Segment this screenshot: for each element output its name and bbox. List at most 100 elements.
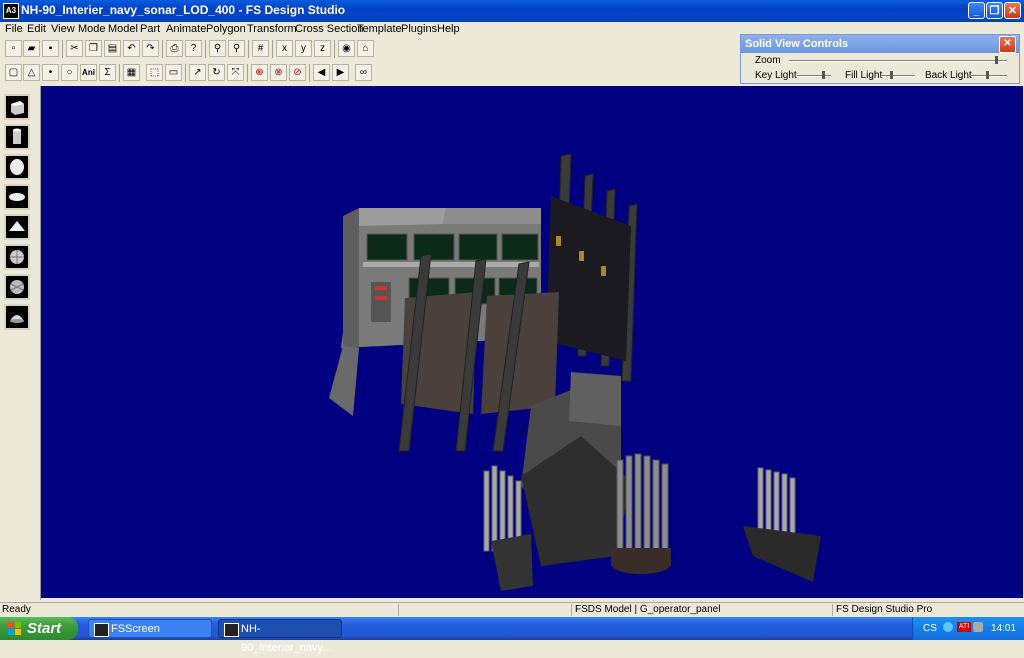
select-icon[interactable]: ▢ bbox=[5, 64, 22, 81]
menu-cross-section[interactable]: Cross Section bbox=[295, 23, 363, 35]
menu-file[interactable]: File bbox=[5, 23, 23, 35]
previous-icon[interactable]: ◀ bbox=[313, 64, 330, 81]
paste-icon[interactable]: ▤ bbox=[104, 40, 121, 57]
zoom-slider[interactable] bbox=[789, 60, 1007, 62]
zoom-in-icon[interactable]: ⚲ bbox=[209, 40, 226, 57]
delete-part-icon[interactable]: ⊗ bbox=[270, 64, 287, 81]
sum-icon[interactable]: Σ bbox=[99, 64, 116, 81]
zoom-out-icon[interactable]: ⚲ bbox=[228, 40, 245, 57]
clock: 14:01 bbox=[991, 623, 1017, 634]
point-icon[interactable]: • bbox=[42, 64, 59, 81]
cube-primitive-button[interactable] bbox=[4, 94, 30, 120]
svc-title-bar[interactable]: Solid View Controls ✕ bbox=[741, 35, 1019, 53]
app-icon: A3 bbox=[3, 3, 19, 19]
cylinder-icon bbox=[13, 128, 21, 144]
new-file-icon[interactable]: ▫ bbox=[5, 40, 22, 57]
task-fsscreen-label: FSScreen bbox=[111, 623, 160, 635]
save-icon[interactable]: ▪ bbox=[42, 40, 59, 57]
toolbar-main: ▫ ▰ ▪ ✂ ❐ ▤ ↶ ↷ ⎙ ? ⚲ ⚲ # x y z ◉ ⌂ bbox=[0, 38, 740, 60]
menu-transform[interactable]: Transform bbox=[247, 23, 297, 35]
rotate-icon[interactable]: ↻ bbox=[208, 64, 225, 81]
svc-title: Solid View Controls bbox=[745, 38, 849, 50]
next-icon[interactable]: ▶ bbox=[332, 64, 349, 81]
scale-icon[interactable]: ⤧ bbox=[227, 64, 244, 81]
dome-icon bbox=[10, 315, 24, 323]
cylinder-primitive-button[interactable] bbox=[4, 124, 30, 150]
key-light-slider[interactable] bbox=[797, 75, 831, 77]
fill-light-slider[interactable] bbox=[881, 75, 915, 77]
disc-primitive-button[interactable] bbox=[4, 184, 30, 210]
task-fsscreen[interactable]: FSScreen bbox=[88, 619, 212, 638]
minimize-button[interactable]: _ bbox=[968, 2, 985, 19]
print-icon[interactable]: ⎙ bbox=[166, 40, 183, 57]
help-icon[interactable]: ? bbox=[185, 40, 202, 57]
menu-mode[interactable]: Mode bbox=[78, 23, 106, 35]
ball-primitive-button[interactable] bbox=[4, 274, 30, 300]
maximize-button[interactable]: ❐ bbox=[986, 2, 1003, 19]
window-title: NH-90_Interier_navy_sonar_LOD_400 - FS D… bbox=[21, 3, 346, 17]
solid-view-controls: Solid View Controls ✕ Zoom Key Light Fil… bbox=[740, 34, 1020, 84]
delete-icon[interactable]: ⊗ bbox=[251, 64, 268, 81]
menu-polygon[interactable]: Polygon bbox=[206, 23, 246, 35]
home-view-icon[interactable]: ⌂ bbox=[357, 40, 374, 57]
ruler-icon[interactable]: ▭ bbox=[165, 64, 182, 81]
status-product: FS Design Studio Pro bbox=[832, 604, 1016, 616]
3d-viewport[interactable] bbox=[41, 86, 1023, 598]
axis-z-icon[interactable]: z bbox=[314, 40, 331, 57]
open-folder-icon[interactable]: ▰ bbox=[23, 40, 40, 57]
svc-close-icon[interactable]: ✕ bbox=[999, 36, 1016, 53]
ati-icon[interactable]: ATI bbox=[957, 622, 971, 632]
menu-animate[interactable]: Animate bbox=[166, 23, 206, 35]
move-icon[interactable]: ↗ bbox=[189, 64, 206, 81]
cone-icon bbox=[9, 221, 25, 231]
start-label: Start bbox=[27, 620, 62, 637]
grid-icon[interactable]: # bbox=[252, 40, 269, 57]
triangle-icon[interactable]: △ bbox=[23, 64, 40, 81]
fill-light-slider-thumb[interactable] bbox=[890, 71, 894, 79]
title-bar[interactable]: A3 NH-90_Interier_navy_sonar_LOD_400 - F… bbox=[0, 0, 1024, 22]
cube-icon bbox=[11, 101, 24, 115]
axis-x-icon[interactable]: x bbox=[276, 40, 293, 57]
geosphere-primitive-button[interactable] bbox=[4, 244, 30, 270]
sphere-primitive-button[interactable] bbox=[4, 154, 30, 180]
copy-icon[interactable]: ❐ bbox=[85, 40, 102, 57]
task-fsds[interactable]: NH-90_Interier_navy... bbox=[218, 619, 342, 654]
menu-edit[interactable]: Edit bbox=[27, 23, 46, 35]
menu-help[interactable]: Help bbox=[437, 23, 460, 35]
zoom-slider-thumb[interactable] bbox=[995, 56, 999, 64]
dome-primitive-button[interactable] bbox=[4, 304, 30, 330]
menu-template[interactable]: Template bbox=[357, 23, 402, 35]
menu-plugins[interactable]: Plugins bbox=[401, 23, 437, 35]
menu-part[interactable]: Part bbox=[140, 23, 160, 35]
undo-icon[interactable]: ↶ bbox=[123, 40, 140, 57]
circle-icon[interactable]: ○ bbox=[61, 64, 78, 81]
cone-primitive-button[interactable] bbox=[4, 214, 30, 240]
back-light-slider-thumb[interactable] bbox=[986, 71, 990, 79]
menu-view[interactable]: View bbox=[51, 23, 75, 35]
eye-view-icon[interactable]: ◉ bbox=[338, 40, 355, 57]
status-model: FSDS Model | G_operator_panel bbox=[571, 604, 833, 616]
key-light-label: Key Light bbox=[755, 70, 797, 81]
status-empty-pane bbox=[398, 604, 574, 616]
close-button[interactable]: ✕ bbox=[1004, 2, 1021, 19]
3d-model-render bbox=[329, 153, 821, 591]
language-indicator[interactable]: CS bbox=[923, 623, 937, 634]
binoculars-icon[interactable]: ∞ bbox=[355, 64, 372, 81]
animation-icon[interactable]: Ani bbox=[80, 64, 97, 81]
status-bar: Ready FSDS Model | G_operator_panel FS D… bbox=[0, 602, 1024, 617]
cut-icon[interactable]: ✂ bbox=[66, 40, 83, 57]
key-light-slider-thumb[interactable] bbox=[821, 71, 825, 79]
back-light-label: Back Light bbox=[925, 70, 972, 81]
redo-icon[interactable]: ↷ bbox=[142, 40, 159, 57]
marquee-select-icon[interactable]: ⬚ bbox=[146, 64, 163, 81]
start-button[interactable]: Start bbox=[0, 617, 78, 640]
texture-icon[interactable]: ▦ bbox=[123, 64, 140, 81]
zoom-label: Zoom bbox=[755, 55, 781, 66]
speaker-icon[interactable] bbox=[973, 622, 983, 632]
geosphere-icon bbox=[10, 250, 24, 264]
axis-y-icon[interactable]: y bbox=[295, 40, 312, 57]
delete-all-icon[interactable]: ⊘ bbox=[289, 64, 306, 81]
menu-model[interactable]: Model bbox=[108, 23, 138, 35]
network-icon[interactable] bbox=[943, 622, 953, 632]
sphere-icon bbox=[10, 159, 24, 175]
